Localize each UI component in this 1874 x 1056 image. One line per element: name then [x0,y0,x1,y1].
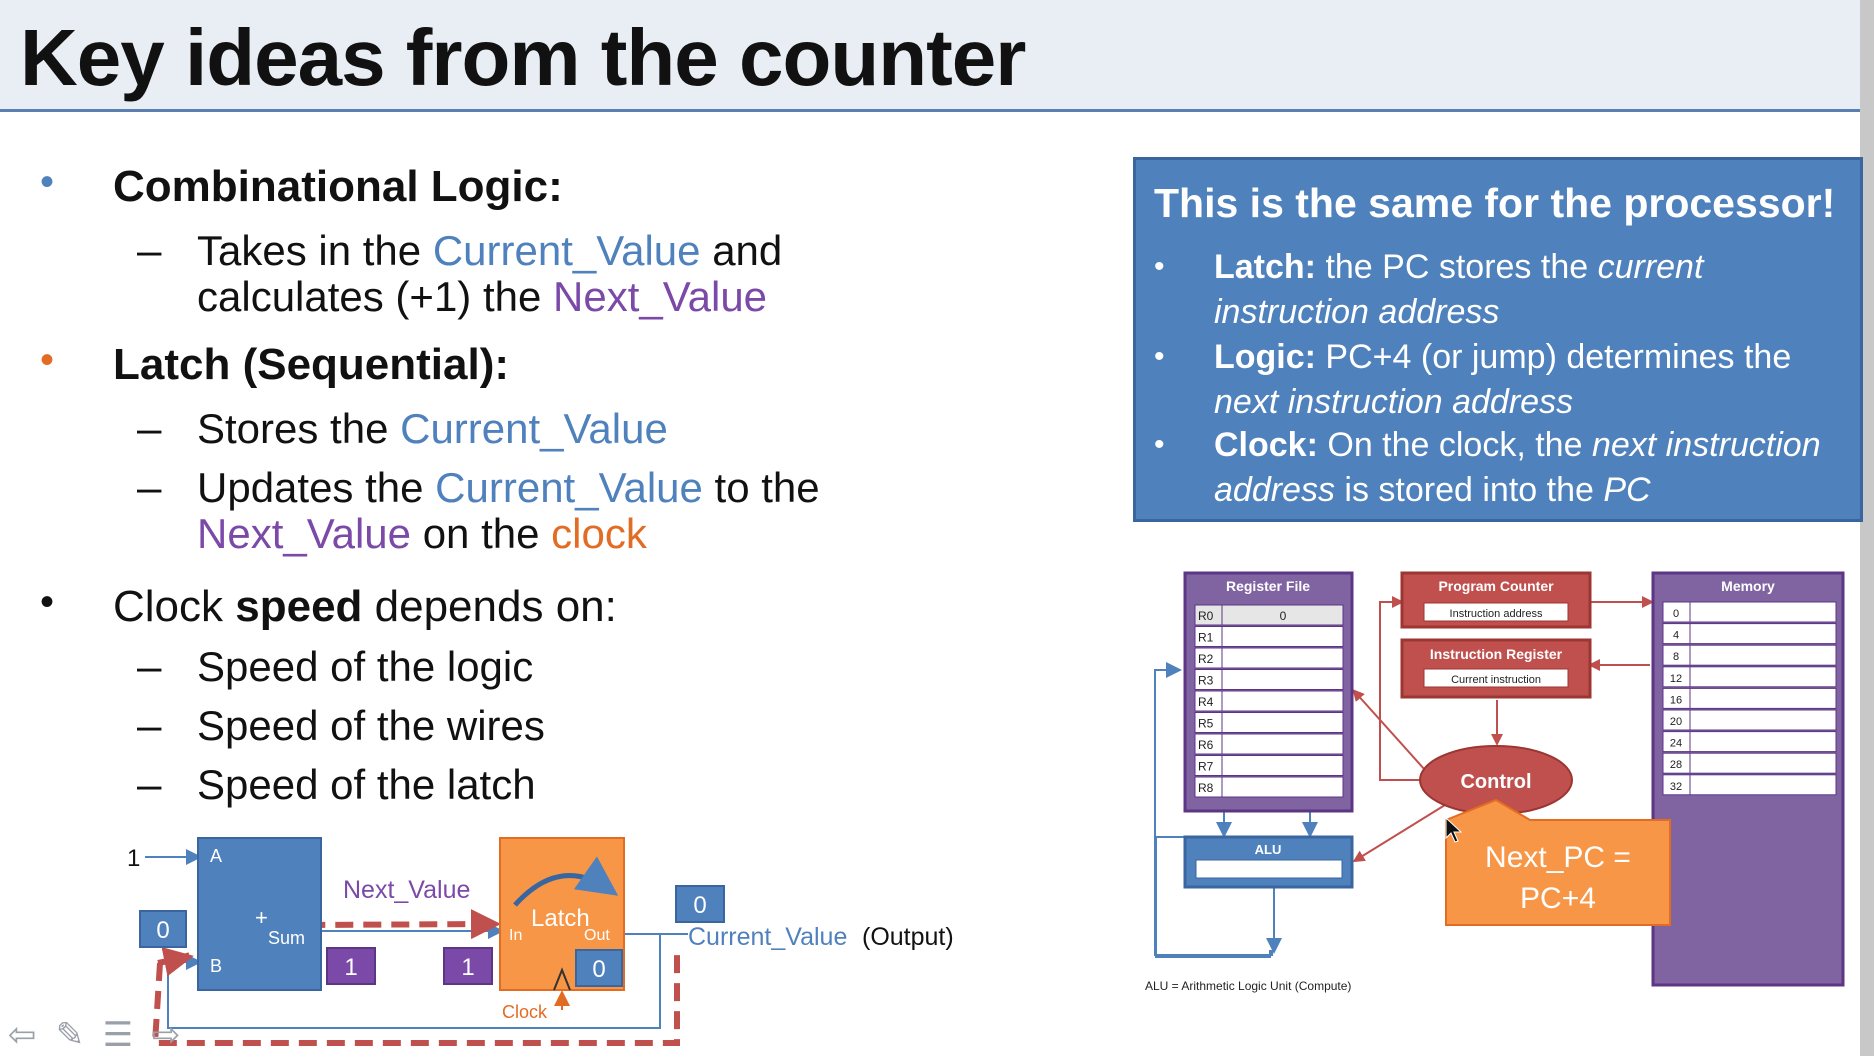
program-counter-title: Program Counter [1438,578,1554,594]
register-rows: R0 0 R1 R2 R3 R4 R5 R6 R7 R8 [1194,604,1344,798]
instruction-register-title: Instruction Register [1430,646,1563,662]
register-name: R2 [1198,652,1214,666]
memory-title: Memory [1721,578,1775,594]
memory-row [1662,709,1837,731]
memory-address: 28 [1670,759,1682,771]
memory-address: 20 [1670,716,1682,728]
processor-diagram: Register File R0 0 R1 R2 R3 R4 R5 R6 R7 R8 ALU Pr… [1145,571,1845,993]
register-name: R5 [1198,717,1214,731]
register-row [1194,669,1344,690]
memory-address: 4 [1673,630,1679,642]
menu-icon[interactable]: ☰ [98,1016,138,1054]
memory-address: 32 [1670,781,1682,793]
slide-nav-toolbar: ⇦ ✎ ☰ ⇨ [0,1016,200,1056]
register-name: R0 [1198,609,1214,623]
control-to-register-wire [1352,689,1426,771]
register-row [1194,690,1344,712]
alu-title: ALU [1255,842,1282,857]
control-to-alu-wire [1352,804,1446,863]
memory-row [1662,687,1837,709]
alu-field [1195,859,1343,879]
memory-row [1662,752,1837,774]
register-row [1194,647,1344,669]
callout-line-2: PC+4 [1520,882,1596,915]
register-row [1194,733,1344,755]
memory-row [1662,623,1837,645]
register-row [1194,626,1344,647]
memory-row [1662,601,1837,623]
ir-field-label: Current instruction [1451,674,1541,686]
forward-arrow-icon[interactable]: ⇨ [146,1016,186,1054]
register-row [1194,755,1344,776]
alu-footnote: ALU = Arithmetic Logic Unit (Compute) [1145,979,1351,993]
pen-icon[interactable]: ✎ [50,1016,90,1054]
memory-row [1662,644,1837,666]
memory-address: 8 [1673,651,1679,663]
register-name: R8 [1198,781,1214,795]
callout-line-1: Next_PC = [1485,841,1631,874]
memory-row [1662,731,1837,753]
memory-rows: 0 4 8 12 16 20 24 28 32 [1662,601,1837,796]
register-row [1194,712,1344,733]
register-row [1194,604,1344,626]
register-name: R4 [1198,695,1214,709]
register-value: 0 [1280,609,1287,623]
register-file-title: Register File [1226,578,1310,594]
memory-row [1662,774,1837,796]
register-row [1194,776,1344,798]
register-name: R1 [1198,631,1214,645]
memory-address: 24 [1670,738,1682,750]
memory-address: 0 [1673,608,1679,620]
register-name: R6 [1198,738,1214,752]
pc-field-label: Instruction address [1450,608,1543,620]
memory-address: 16 [1670,694,1682,706]
register-name: R3 [1198,674,1214,688]
back-arrow-icon[interactable]: ⇦ [2,1016,42,1054]
register-name: R7 [1198,760,1214,774]
memory-row [1662,666,1837,688]
memory-address: 12 [1670,673,1682,685]
control-label: Control [1460,771,1531,793]
